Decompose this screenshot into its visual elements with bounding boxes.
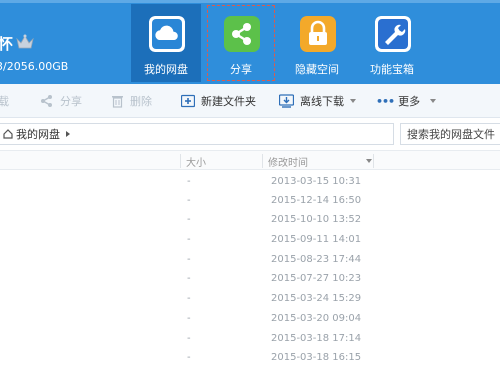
row-modified: 2015-12-14 16:50: [271, 195, 362, 206]
column-modified[interactable]: 修改时间: [268, 151, 308, 171]
top-header: 怀 3/2056.00GB 我的网盘 分享 隐藏空间 功能宝箱: [0, 0, 500, 84]
share-icon: [41, 95, 52, 107]
row-size: -: [187, 176, 191, 187]
column-divider: [180, 154, 181, 168]
offline-download-button[interactable]: 离线下载: [279, 84, 356, 118]
column-divider: [262, 154, 263, 168]
chevron-down-icon: [350, 99, 356, 103]
chevron-right-icon: [66, 131, 70, 137]
trash-icon: [112, 96, 123, 108]
wrench-icon: [375, 16, 411, 52]
row-size: -: [187, 333, 191, 344]
row-size: -: [187, 254, 191, 265]
row-modified: 2015-03-18 17:14: [271, 333, 362, 344]
row-size: -: [187, 352, 191, 363]
row-modified: 2015-08-23 17:44: [271, 254, 362, 265]
row-size: -: [187, 195, 191, 206]
column-divider: [373, 154, 374, 168]
sort-down-icon[interactable]: [366, 159, 372, 163]
row-modified: 2015-10-10 13:52: [271, 214, 362, 225]
new-folder-icon: [181, 94, 195, 108]
share-label: 分享: [60, 95, 82, 108]
nav-label: 功能宝箱: [370, 63, 414, 76]
search-input[interactable]: 搜索我的网盘文件: [400, 123, 500, 145]
row-modified: 2015-03-24 15:29: [271, 293, 362, 304]
new-folder-button[interactable]: 新建文件夹: [181, 84, 256, 118]
offline-download-icon: [279, 94, 294, 108]
row-modified: 2015-09-11 14:01: [271, 234, 362, 245]
more-dots-icon: •••: [376, 94, 395, 108]
nav-label: 分享: [230, 63, 252, 76]
nav-my-disk-button[interactable]: 我的网盘: [131, 4, 201, 82]
row-size: -: [187, 214, 191, 225]
more-label: 更多: [398, 95, 421, 108]
user-name[interactable]: 怀: [0, 33, 13, 54]
file-list-header: 大小 修改时间: [0, 150, 500, 170]
nav-hidden-space-button[interactable]: 隐藏空间: [282, 4, 352, 82]
row-modified: 2015-07-27 10:23: [271, 273, 362, 284]
toolbar: 载 分享 删除 新建文件夹 离线下载 ••• 更多: [0, 84, 500, 118]
nav-label: 我的网盘: [144, 63, 188, 76]
row-modified: 2015-03-18 16:15: [271, 352, 362, 363]
nav-share-button[interactable]: 分享: [206, 4, 276, 82]
cloud-icon: [149, 16, 185, 52]
row-size: -: [187, 273, 191, 284]
lock-icon: [300, 16, 336, 52]
nav-label: 隐藏空间: [295, 63, 339, 76]
breadcrumb[interactable]: 我的网盘: [0, 123, 394, 145]
table-row[interactable]: - 2015-03-18 16:15: [0, 347, 500, 370]
row-size: -: [187, 234, 191, 245]
row-size: -: [187, 313, 191, 324]
more-button[interactable]: ••• 更多: [376, 84, 437, 118]
row-modified: 2015-03-20 09:04: [271, 313, 362, 324]
breadcrumb-current[interactable]: 我的网盘: [16, 126, 60, 142]
download-button[interactable]: 载: [0, 84, 9, 118]
delete-label: 删除: [130, 95, 152, 108]
share-button[interactable]: 分享: [40, 84, 82, 118]
share-icon: [224, 16, 260, 52]
new-folder-label: 新建文件夹: [201, 95, 256, 108]
path-bar: 我的网盘 搜索我的网盘文件: [0, 118, 500, 148]
chevron-down-icon: [430, 99, 437, 103]
row-modified: 2013-03-15 10:31: [271, 176, 362, 187]
storage-quota: 3/2056.00GB: [0, 60, 69, 73]
header-strip: [0, 0, 500, 3]
crown-icon: [16, 34, 34, 49]
offline-download-label: 离线下载: [300, 95, 344, 108]
download-label: 载: [0, 95, 9, 108]
home-icon: [3, 129, 13, 139]
column-size[interactable]: 大小: [186, 151, 206, 171]
file-list: - 2013-03-15 10:31 - 2015-12-14 16:50 - …: [0, 171, 500, 378]
delete-button[interactable]: 删除: [111, 84, 152, 118]
row-size: -: [187, 293, 191, 304]
nav-toolbox-button[interactable]: 功能宝箱: [357, 4, 427, 82]
netdisk-window: 怀 3/2056.00GB 我的网盘 分享 隐藏空间 功能宝箱 载 分享 删除 …: [0, 0, 500, 378]
